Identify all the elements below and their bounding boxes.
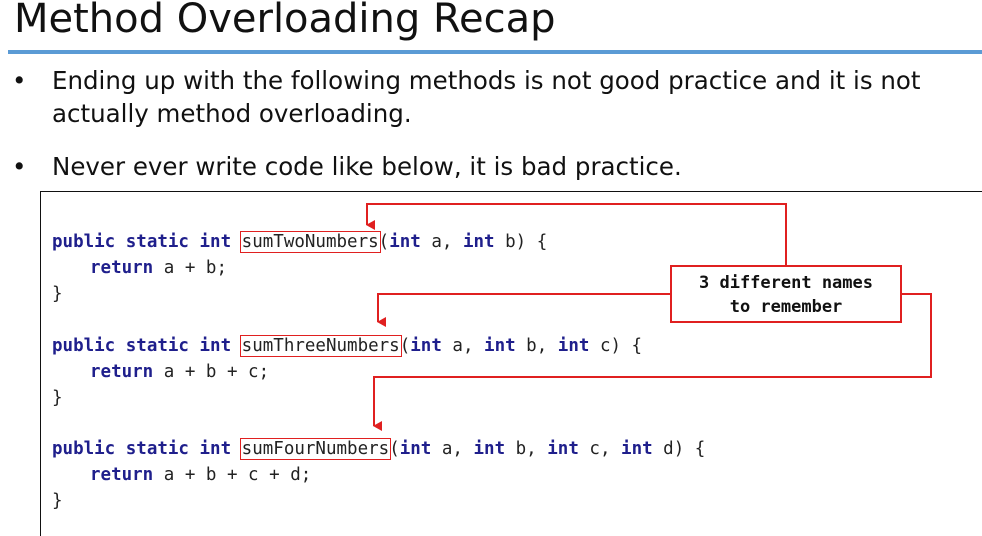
return-expression: a + b; — [163, 258, 227, 278]
method-name-highlight-2: sumThreeNumbers — [239, 335, 402, 357]
code-line-signature-3: public static int sumFourNumbers(int a, … — [52, 438, 706, 460]
return-keyword: return — [90, 465, 154, 485]
bullet-marker: • — [12, 152, 27, 181]
bullet-item-2: • Never ever write code like below, it i… — [12, 150, 977, 183]
code-params: int a, int b, int c) { — [410, 336, 643, 356]
code-line-close-1: } — [52, 284, 63, 304]
code-line-close-2: } — [52, 388, 63, 408]
callout-line-2: to remember — [729, 297, 843, 317]
code-modifiers: public static int — [52, 232, 232, 252]
code-params: int a, int b, int c, int d) { — [399, 439, 706, 459]
return-keyword: return — [90, 258, 154, 278]
code-params: int a, int b) { — [389, 232, 548, 252]
return-expression: a + b + c; — [163, 362, 270, 382]
code-line-body-3: return a + b + c + d; — [90, 464, 311, 486]
code-line-close-3: } — [52, 491, 63, 511]
code-line-signature-1: public static int sumTwoNumbers(int a, i… — [52, 231, 548, 253]
return-keyword: return — [90, 362, 154, 382]
method-name: sumThreeNumbers — [241, 336, 400, 356]
method-name-highlight-1: sumTwoNumbers — [239, 231, 381, 253]
bullet-marker: • — [12, 66, 27, 95]
method-name: sumTwoNumbers — [241, 232, 379, 252]
code-line-body-2: return a + b + c; — [90, 361, 269, 383]
method-name-highlight-3: sumFourNumbers — [239, 438, 392, 460]
method-name: sumFourNumbers — [241, 439, 390, 459]
slide-title: Method Overloading Recap — [14, 0, 556, 42]
bullet-text: Never ever write code like below, it is … — [52, 152, 682, 181]
code-modifiers: public static int — [52, 336, 232, 356]
callout-box: 3 different names to remember — [670, 265, 902, 323]
callout-line-1: 3 different names — [699, 273, 873, 293]
title-underline — [8, 50, 982, 54]
code-modifiers: public static int — [52, 439, 232, 459]
code-line-body-1: return a + b; — [90, 257, 227, 279]
bullet-text: Ending up with the following methods is … — [52, 66, 921, 128]
return-expression: a + b + c + d; — [163, 465, 312, 485]
code-line-signature-2: public static int sumThreeNumbers(int a,… — [52, 335, 643, 357]
bullet-item-1: • Ending up with the following methods i… — [12, 64, 977, 130]
